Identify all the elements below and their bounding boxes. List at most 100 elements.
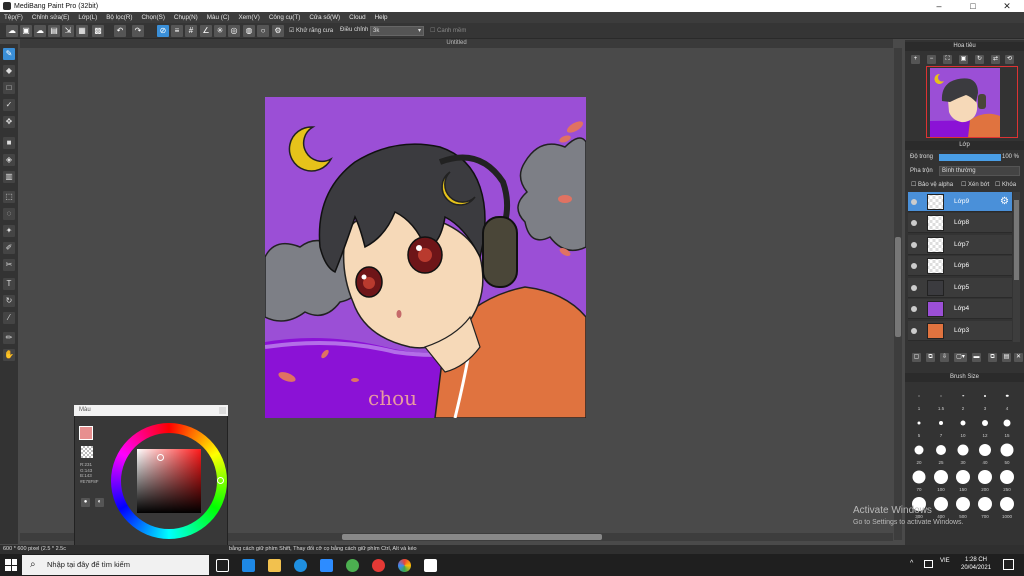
brush-size-option[interactable]: 50 — [996, 438, 1018, 465]
bucket-tool-icon[interactable]: ◈ — [3, 154, 15, 166]
edge-checkbox[interactable]: ☐ Canh mềm — [430, 27, 466, 34]
brush-size-option[interactable]: 150 — [952, 465, 974, 492]
settings-icon[interactable]: ▤ — [1002, 353, 1011, 362]
sv-cursor[interactable] — [157, 454, 164, 461]
layer-row[interactable]: Lớp7 — [908, 235, 1012, 255]
delete-layer-icon[interactable]: ✕ — [1014, 353, 1023, 362]
operation-tool-icon[interactable]: ↻ — [3, 295, 15, 307]
duplicate-icon[interactable]: ⧉ — [988, 353, 997, 362]
text-tool-icon[interactable]: T — [3, 278, 15, 290]
snap-angle-icon[interactable]: ∠ — [200, 25, 212, 37]
eraser-tool-icon[interactable]: ◆ — [3, 65, 15, 77]
edge-browser-icon[interactable] — [294, 559, 307, 572]
layer-row[interactable]: Lớp4 — [908, 299, 1012, 319]
protect-alpha-checkbox[interactable]: ☐ Bảo vệ alpha — [911, 181, 953, 188]
brush-size-option[interactable]: 200 — [974, 465, 996, 492]
shape-tool-icon[interactable]: ■ — [3, 137, 15, 149]
flip-icon[interactable]: ⇄ — [991, 55, 1000, 64]
lasso-tool-icon[interactable]: ◌ — [3, 208, 15, 220]
panel-close-icon[interactable] — [219, 407, 226, 414]
new-layer-icon[interactable]: ▢ — [912, 353, 921, 362]
blend-select[interactable]: Bình thường — [939, 166, 1020, 176]
navigator-viewport[interactable] — [926, 66, 1018, 138]
brush-size-option[interactable]: 1.5 — [930, 384, 952, 411]
magic-wand-icon[interactable]: ✦ — [3, 225, 15, 237]
eye-icon[interactable] — [911, 199, 917, 205]
brush-size-option[interactable]: 2 — [952, 384, 974, 411]
zoom-out-icon[interactable]: − — [927, 55, 936, 64]
snap-radial-icon[interactable]: ✳ — [214, 25, 226, 37]
brush-size-option[interactable]: 70 — [908, 465, 930, 492]
palette-icon[interactable]: ● — [81, 498, 90, 507]
dot-tool-icon[interactable]: □ — [3, 82, 15, 94]
cloud-upload-icon[interactable]: ☁ — [6, 25, 18, 37]
menu-view[interactable]: Xem(V) — [238, 14, 259, 21]
mail-icon[interactable] — [242, 559, 255, 572]
brush-tool-icon[interactable]: ✎ — [3, 48, 15, 60]
brush-size-option[interactable]: 20 — [908, 438, 930, 465]
opera-icon[interactable] — [372, 559, 385, 572]
brush-size-option[interactable]: 12 — [974, 411, 996, 438]
brush-size-option[interactable]: 25 — [930, 438, 952, 465]
vertical-scroll-thumb[interactable] — [895, 237, 901, 337]
brush-size-option[interactable]: 700 — [974, 492, 996, 519]
actual-size-icon[interactable]: ▣ — [959, 55, 968, 64]
eye-icon[interactable] — [911, 328, 917, 334]
medibang-icon[interactable] — [424, 559, 437, 572]
brush-size-option[interactable]: 3 — [974, 384, 996, 411]
copy-layer-icon[interactable]: ⧉ — [926, 353, 935, 362]
lock-checkbox[interactable]: ☐ Khóa — [995, 181, 1016, 188]
menu-cloud[interactable]: Cloud — [349, 14, 365, 21]
move-tool-icon[interactable]: ✥ — [3, 116, 15, 128]
brush-size-option[interactable]: 100 — [930, 465, 952, 492]
menu-layer[interactable]: Lớp(L) — [78, 14, 97, 21]
snap-settings-icon[interactable]: ⚙ — [272, 25, 284, 37]
eyedropper-icon[interactable]: ◐ — [95, 498, 104, 507]
fill-icon[interactable]: ▩ — [92, 25, 104, 37]
horizontal-scroll-thumb[interactable] — [342, 534, 602, 540]
select-eraser-icon[interactable]: ✂ — [3, 259, 15, 271]
brush-size-option[interactable]: 5 — [908, 411, 930, 438]
menu-select[interactable]: Chọn(S) — [141, 14, 164, 21]
clipping-checkbox[interactable]: ☐ Xén bớt — [961, 181, 989, 188]
brush-size-option[interactable]: 4 — [996, 384, 1018, 411]
eye-icon[interactable] — [911, 242, 917, 248]
menu-tools[interactable]: Công cụ(T) — [269, 14, 301, 21]
maximize-button[interactable]: □ — [956, 0, 990, 12]
snap-curve-icon[interactable]: ○ — [257, 25, 269, 37]
menu-edit[interactable]: Chỉnh sửa(E) — [32, 14, 69, 21]
brush-size-option[interactable]: 1000 — [996, 492, 1018, 519]
cloud-icon[interactable]: ☁ — [34, 25, 46, 37]
snap-off-icon[interactable]: ⊘ — [157, 25, 169, 37]
minimize-button[interactable]: – — [922, 0, 956, 12]
snap-ellipse-icon[interactable]: ◍ — [243, 25, 255, 37]
layers-scroll-thumb[interactable] — [1014, 200, 1019, 280]
layer-row[interactable]: Lớp3 — [908, 321, 1012, 341]
rotate-icon[interactable]: ↻ — [975, 55, 984, 64]
gear-icon[interactable]: ⚙ — [1000, 196, 1009, 207]
brush-size-option[interactable]: 40 — [974, 438, 996, 465]
folder-icon[interactable]: ▬ — [972, 353, 981, 362]
undo-icon[interactable]: ↶ — [114, 25, 126, 37]
menu-file[interactable]: Tệp(F) — [4, 14, 23, 21]
clock[interactable]: 1:28 CH 20/04/2021 — [961, 556, 991, 572]
windows-start-icon[interactable] — [5, 559, 17, 571]
tray-arrow-icon[interactable]: ^ — [910, 560, 913, 567]
folder-icon[interactable]: ▤ — [48, 25, 60, 37]
notification-icon[interactable] — [1003, 559, 1014, 570]
brush-size-option[interactable]: 1 — [908, 384, 930, 411]
network-icon[interactable] — [924, 560, 933, 568]
saturation-value-square[interactable] — [137, 449, 201, 513]
hand-tool-icon[interactable]: ✋ — [3, 349, 15, 361]
chrome-icon[interactable] — [398, 559, 411, 572]
eye-icon[interactable] — [911, 263, 917, 269]
eye-icon[interactable] — [911, 285, 917, 291]
layer-row[interactable]: Lớp5 — [908, 278, 1012, 298]
task-view-icon[interactable] — [216, 559, 229, 572]
menu-snap[interactable]: Chụp(N) — [174, 14, 198, 21]
snap-grid-icon[interactable]: # — [185, 25, 197, 37]
document-tab[interactable]: Untitled — [20, 39, 893, 48]
drawing-canvas[interactable]: chou — [265, 97, 586, 418]
save-icon[interactable]: ▣ — [20, 25, 32, 37]
divide-tool-icon[interactable]: ✏ — [3, 332, 15, 344]
